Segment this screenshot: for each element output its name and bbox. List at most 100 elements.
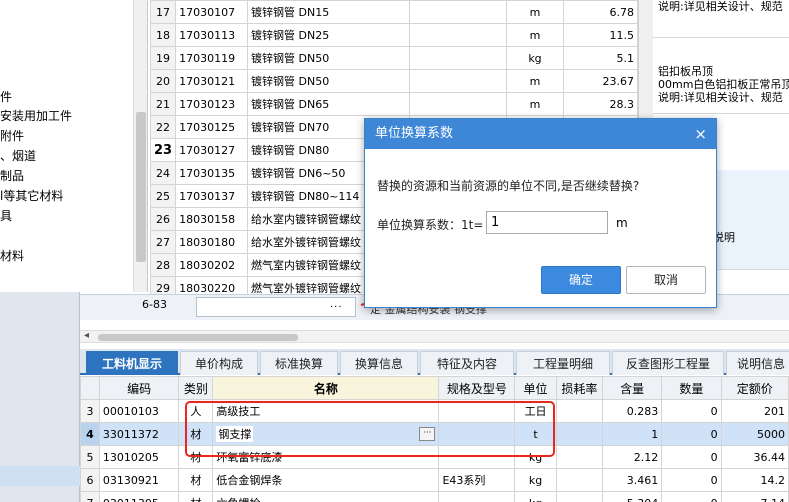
resource-spec[interactable] [408, 46, 507, 70]
material-type[interactable]: 材 [178, 491, 214, 502]
resource-row-number[interactable]: 22 [149, 115, 177, 139]
material-amount[interactable]: 0 [661, 468, 722, 492]
resource-row-number[interactable]: 26 [149, 207, 177, 231]
col-header-loss[interactable]: 损耗率 [555, 376, 603, 400]
tree-item[interactable]: 、烟道 [0, 147, 36, 164]
tab-quantity-detail[interactable]: 工程量明细 [516, 351, 610, 375]
resource-spec[interactable] [408, 69, 507, 93]
tree-scrollbar-thumb[interactable] [136, 112, 146, 262]
resource-code[interactable]: 17030135 [175, 161, 248, 185]
material-unit[interactable]: kg [514, 468, 557, 492]
col-header-content[interactable]: 含量 [601, 376, 663, 400]
material-unit[interactable]: kg [514, 491, 557, 502]
material-loss-rate[interactable] [555, 445, 603, 469]
resource-row[interactable]: 17 17030107 镀锌钢管 DN15 m 6.78 [149, 0, 638, 24]
horizontal-scrollbar[interactable]: ◂ [80, 330, 789, 343]
material-row[interactable]: 6 03130921 材低合金钢焊条 E43系列 kg 3.461 0 14.2 [80, 468, 789, 492]
resource-quantity[interactable]: 11.5 [563, 23, 638, 47]
resource-row[interactable]: 19 17030119 镀锌钢管 DN50 kg 5.1 [149, 46, 638, 70]
col-header-name[interactable]: 名称 [212, 376, 440, 400]
material-price[interactable]: 14.2 [720, 468, 789, 492]
cancel-button[interactable]: 取消 [626, 266, 706, 294]
material-loss-rate[interactable] [555, 399, 603, 423]
material-price[interactable]: 5000 [720, 422, 789, 446]
tree-item[interactable]: 附件 [0, 127, 24, 144]
col-header-spec[interactable]: 规格及型号 [438, 376, 516, 400]
material-price[interactable]: 7.14 [720, 491, 789, 502]
material-content[interactable]: 5.304 [601, 491, 663, 502]
material-loss-rate[interactable] [555, 491, 603, 502]
material-amount[interactable]: 0 [661, 445, 722, 469]
resource-quantity[interactable]: 6.78 [563, 0, 638, 24]
material-spec[interactable] [438, 491, 516, 502]
material-loss-rate[interactable] [555, 468, 603, 492]
material-price[interactable]: 36.44 [720, 445, 789, 469]
resource-row-number[interactable]: 27 [149, 230, 177, 254]
resource-code[interactable]: 17030125 [175, 115, 248, 139]
tab-description[interactable]: 说明信息 [726, 351, 789, 375]
material-row-number[interactable]: 3 [80, 399, 100, 423]
horizontal-scrollbar-thumb[interactable] [98, 334, 298, 341]
material-code[interactable]: 03130921 [98, 468, 180, 492]
resource-code[interactable]: 18030158 [175, 207, 248, 231]
resource-unit[interactable]: m [505, 23, 565, 47]
resource-row-number[interactable]: 21 [149, 92, 177, 116]
material-code[interactable]: 00010103 [98, 399, 180, 423]
col-header-amount[interactable]: 数量 [661, 376, 722, 400]
resource-name[interactable]: 镀锌钢管 DN50 [247, 69, 410, 93]
resource-row-number[interactable]: 20 [149, 69, 177, 93]
tab-reverse-lookup[interactable]: 反查图形工程量 [612, 351, 724, 375]
resource-code[interactable]: 17030119 [175, 46, 248, 70]
resource-spec[interactable] [408, 23, 507, 47]
material-name[interactable]: 六角螺栓 [212, 491, 440, 502]
resource-unit[interactable]: kg [505, 46, 565, 70]
resource-unit[interactable]: m [505, 0, 565, 24]
material-content[interactable]: 2.12 [601, 445, 663, 469]
resource-name[interactable]: 镀锌钢管 DN50 [247, 46, 410, 70]
resource-unit[interactable]: m [505, 92, 565, 116]
resource-name[interactable]: 镀锌钢管 DN15 [247, 0, 410, 24]
resource-spec[interactable] [408, 92, 507, 116]
material-type[interactable]: 材 [178, 468, 214, 492]
selected-list-item[interactable] [0, 466, 80, 486]
tree-scrollbar[interactable] [133, 0, 147, 292]
material-price[interactable]: 201 [720, 399, 789, 423]
resource-quantity[interactable]: 23.67 [563, 69, 638, 93]
material-amount[interactable]: 0 [661, 491, 722, 502]
col-header-unit[interactable]: 单位 [514, 376, 557, 400]
resource-code[interactable]: 18030202 [175, 253, 248, 277]
dialog-titlebar[interactable]: 单位换算系数 × [365, 119, 716, 149]
resource-row-number[interactable]: 19 [149, 46, 177, 70]
tree-item[interactable]: 安装用加工件 [0, 107, 72, 124]
tree-item[interactable]: 制品 [0, 167, 24, 184]
material-spec[interactable]: E43系列 [438, 468, 516, 492]
resource-code[interactable]: 17030137 [175, 184, 248, 208]
resource-unit[interactable]: m [505, 69, 565, 93]
resource-code[interactable]: 17030107 [175, 0, 248, 24]
resource-row-number[interactable]: 24 [149, 161, 177, 185]
col-header-type[interactable]: 类别 [178, 376, 214, 400]
material-content[interactable]: 0.283 [601, 399, 663, 423]
tab-unit-price[interactable]: 单价构成 [180, 351, 258, 375]
material-row[interactable]: 703011305材六角螺栓 kg 5.30407.14 [80, 491, 789, 502]
resource-row-number[interactable]: 17 [149, 0, 177, 24]
tab-conversion-info[interactable]: 换算信息 [340, 351, 418, 375]
resource-code[interactable]: 18030180 [175, 230, 248, 254]
material-row-number[interactable]: 6 [80, 468, 100, 492]
resource-code[interactable]: 17030121 [175, 69, 248, 93]
resource-code[interactable]: 17030127 [175, 138, 248, 162]
ellipsis-icon[interactable]: ··· [330, 302, 343, 313]
resource-name[interactable]: 镀锌钢管 DN65 [247, 92, 410, 116]
col-header-price[interactable]: 定额价 [720, 376, 789, 400]
material-row-number[interactable]: 4 [80, 422, 100, 446]
material-amount[interactable]: 0 [661, 422, 722, 446]
resource-quantity[interactable]: 28.3 [563, 92, 638, 116]
material-code[interactable]: 33011372 [98, 422, 180, 446]
close-icon[interactable]: × [694, 119, 707, 149]
material-loss-rate[interactable] [555, 422, 603, 446]
material-content[interactable]: 1 [601, 422, 663, 446]
resource-row[interactable]: 18 17030113 镀锌钢管 DN25 m 11.5 [149, 23, 638, 47]
resource-row-number[interactable]: 23 [149, 138, 177, 162]
confirm-button[interactable]: 确定 [541, 266, 621, 294]
resource-row-number[interactable]: 25 [149, 184, 177, 208]
